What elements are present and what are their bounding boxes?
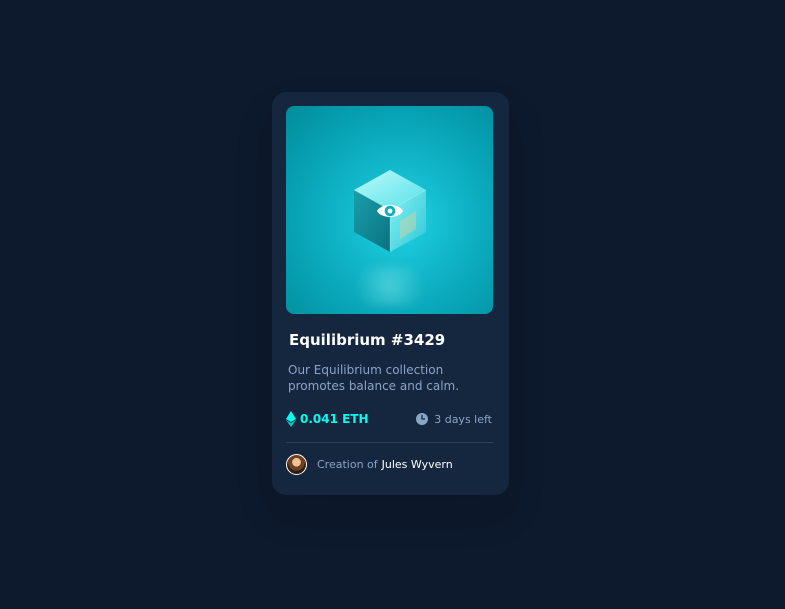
nft-description: Our Equilibrium collection promotes bala…: [288, 363, 460, 393]
nft-card: Equilibrium #3429 Our Equilibrium collec…: [272, 92, 509, 495]
nft-title[interactable]: Equilibrium #3429: [289, 330, 489, 350]
creator-name[interactable]: Jules Wyvern: [382, 458, 453, 471]
price-label: 0.041 ETH: [300, 412, 369, 426]
creation-label: Creation of: [317, 457, 378, 471]
nft-image[interactable]: [286, 106, 493, 314]
eye-icon[interactable]: [375, 196, 405, 226]
creator-row: Creation of Jules Wyvern: [286, 453, 453, 475]
ethereum-icon: [286, 411, 296, 427]
days-left-label: 3 days left: [434, 412, 492, 426]
clock-icon: [416, 413, 429, 425]
days-left: 3 days left: [416, 410, 492, 428]
avatar: [286, 453, 307, 475]
divider: [286, 442, 493, 443]
price: 0.041 ETH: [286, 410, 369, 428]
